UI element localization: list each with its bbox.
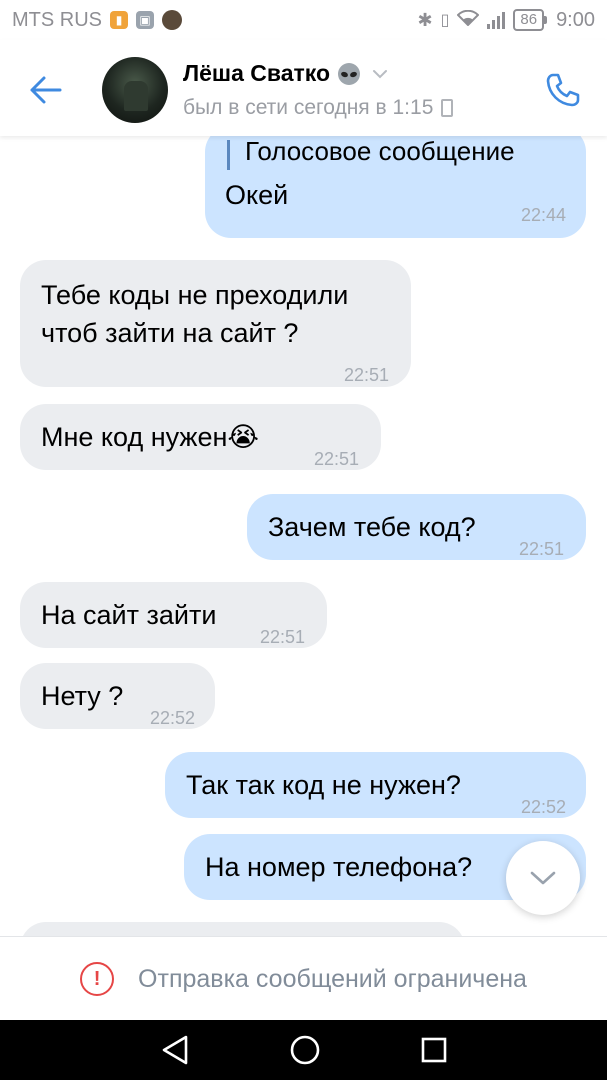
back-triangle-icon[interactable] (160, 1034, 190, 1066)
message-bubble-incoming[interactable]: Мне код нужен😭 22:51 (20, 404, 381, 470)
message-text: Нету ? (41, 681, 124, 711)
last-seen-status: был в сети сегодня в 1:15 (183, 96, 454, 120)
quoted-voice-message[interactable]: Голосовое сообщение (245, 136, 515, 170)
message-bubble-incoming[interactable]: Тебе коды не преходили чтоб зайти на сай… (20, 260, 411, 387)
home-circle-icon[interactable] (289, 1034, 321, 1066)
alien-icon (338, 62, 361, 85)
avatar[interactable] (102, 57, 168, 123)
clock: 9:00 (556, 8, 595, 31)
message-time: 22:44 (520, 205, 566, 225)
restriction-text: Отправка сообщений ограничена (138, 964, 527, 993)
message-text: Так так код не нужен? (186, 770, 461, 800)
image-icon: ▣ (136, 11, 154, 29)
message-text: Окей (225, 180, 289, 210)
message-bubble-incoming[interactable]: На сайт зайти 22:51 (20, 582, 327, 648)
message-time: 22:52 (520, 797, 566, 817)
wifi-icon (456, 9, 480, 32)
message-bubble-incoming-partial[interactable] (20, 922, 465, 936)
message-list[interactable]: Голосовое сообщение Окей 22:44 Тебе коды… (0, 136, 607, 936)
back-arrow-icon (30, 76, 62, 104)
back-button[interactable] (26, 70, 66, 110)
message-time: 22:51 (343, 365, 389, 385)
message-time: 22:51 (259, 627, 305, 647)
battery-indicator: 86 (513, 9, 547, 31)
message-time: 22:51 (313, 449, 359, 469)
chevron-down-icon (373, 69, 388, 78)
system-nav-bar (0, 1020, 607, 1080)
message-text: На номер телефона? (205, 852, 473, 882)
call-button[interactable] (541, 68, 585, 112)
mobile-device-icon (441, 99, 454, 117)
phone-icon (546, 73, 580, 107)
last-seen-text: был в сети сегодня в 1:15 (183, 96, 434, 119)
vibrate-icon: ▯ (440, 12, 450, 29)
alert-icon: ! (80, 962, 115, 996)
quote-bar (227, 140, 230, 170)
message-bubble-incoming[interactable]: Нету ? 22:52 (20, 663, 215, 729)
message-bubble-outgoing[interactable]: Голосовое сообщение Окей 22:44 (205, 136, 586, 238)
chevron-down-icon (530, 871, 556, 885)
chat-header: Лёша Сватко был в сети сегодня в 1:15 (0, 40, 607, 136)
bluetooth-icon: ✱ (417, 9, 433, 30)
message-text-line: Тебе коды не преходили (41, 280, 349, 310)
app-icon (162, 10, 182, 30)
status-bar: MTS RUS ▮ ▣ ✱ ▯ 86 9:00 (0, 0, 607, 40)
composer-restricted: ! Отправка сообщений ограничена (0, 936, 607, 1021)
message-text: Зачем тебе код? (268, 512, 476, 542)
message-text-line: чтоб зайти на сайт ? (41, 318, 299, 348)
scroll-down-button[interactable] (506, 841, 580, 915)
sim-icon: ▮ (110, 11, 128, 29)
contact-name: Лёша Сватко (183, 60, 331, 86)
message-time: 22:52 (149, 708, 195, 728)
message-time: 22:51 (518, 539, 564, 559)
carrier-label: MTS RUS (12, 8, 102, 31)
message-text: Мне код нужен😭 (41, 422, 259, 452)
signal-icon (487, 11, 506, 29)
message-text: На сайт зайти (41, 600, 217, 630)
message-bubble-outgoing[interactable]: Так так код не нужен? 22:52 (165, 752, 586, 818)
recents-square-icon[interactable] (420, 1036, 448, 1064)
message-bubble-outgoing[interactable]: Зачем тебе код? 22:51 (247, 494, 586, 560)
contact-name-row[interactable]: Лёша Сватко (183, 60, 388, 87)
